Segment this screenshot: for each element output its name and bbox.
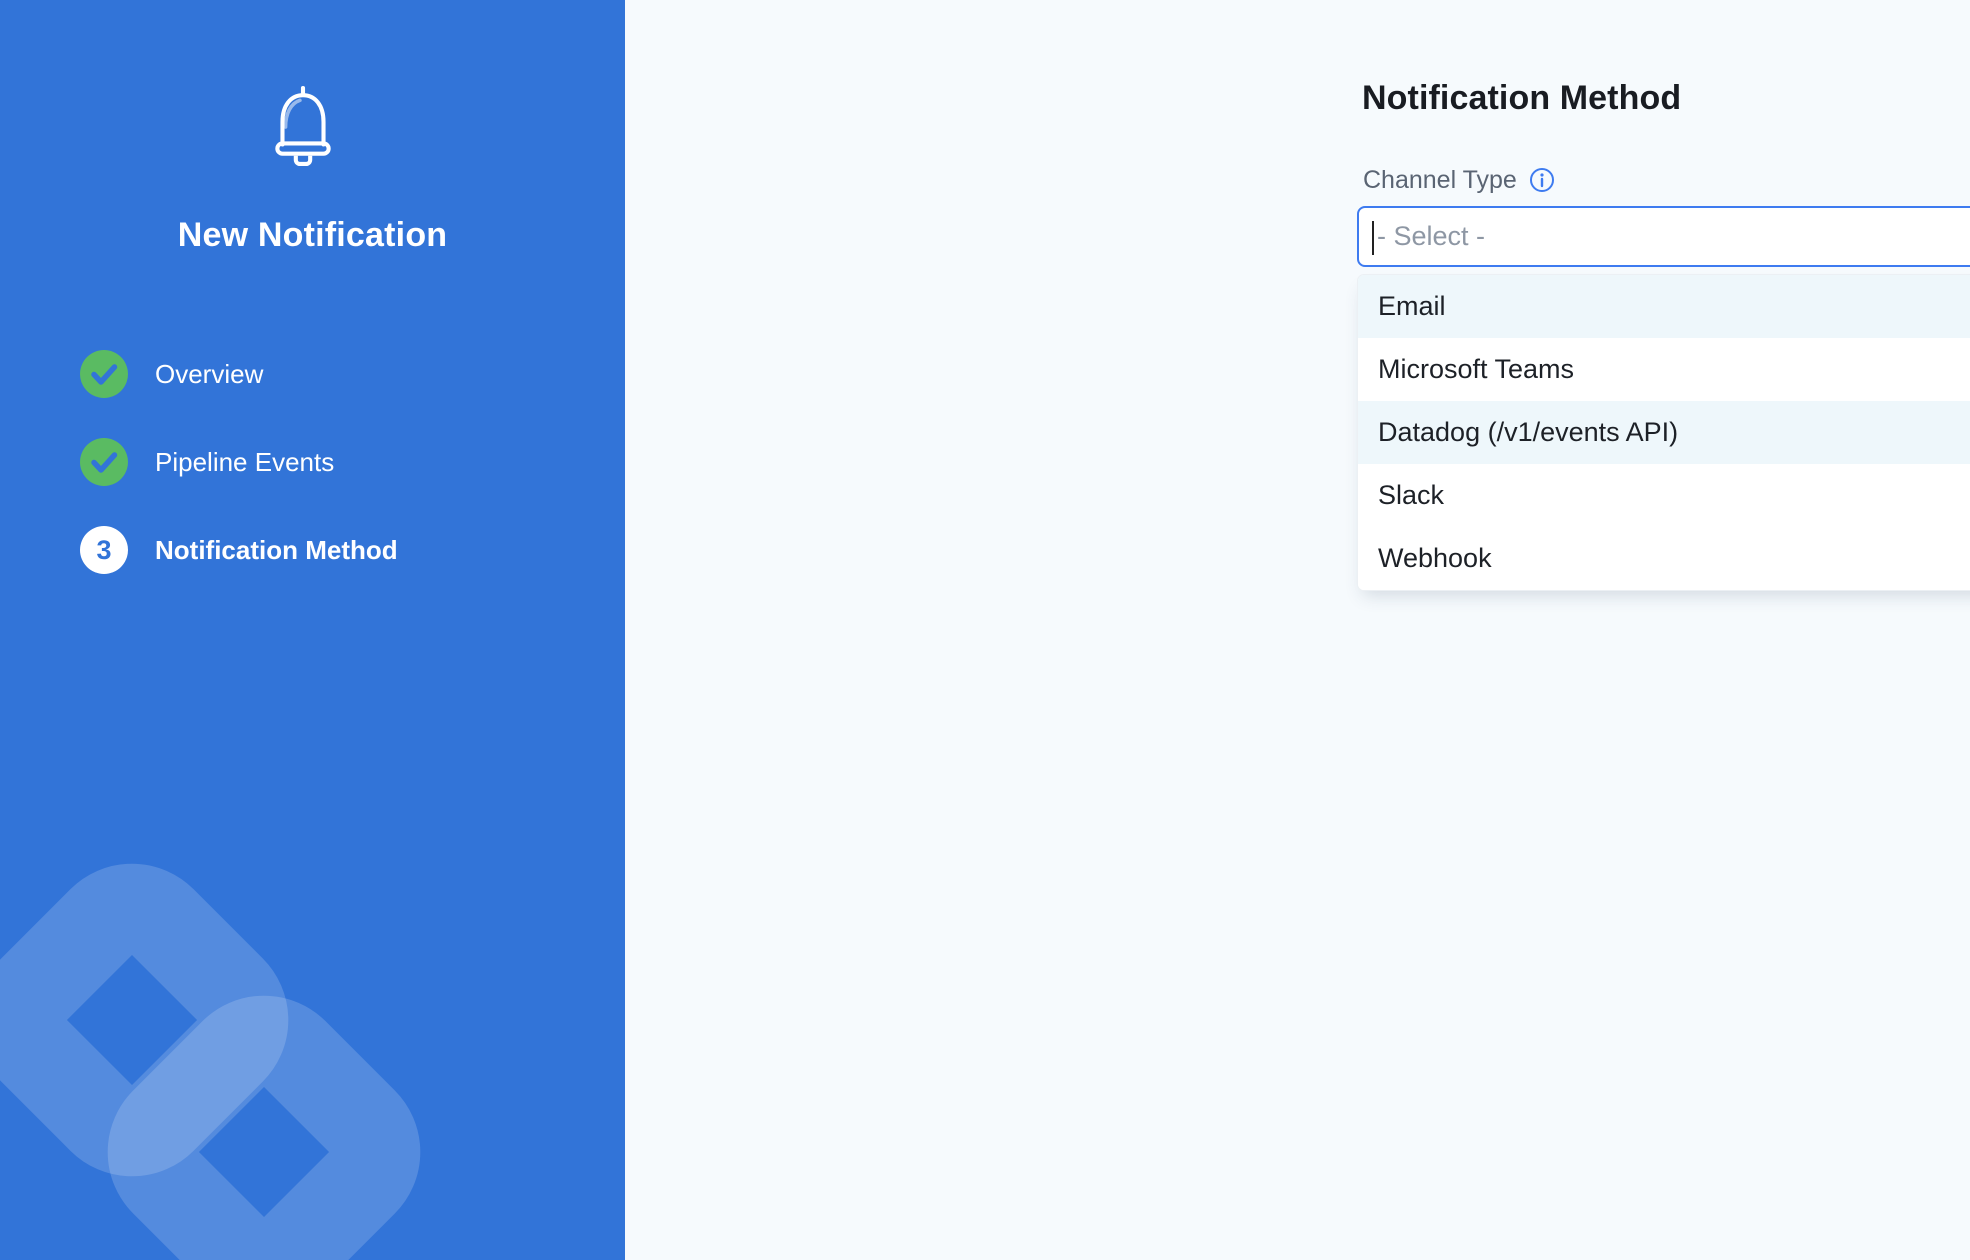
check-circle-icon: [80, 350, 128, 398]
step-number-badge: 3: [80, 526, 128, 574]
option-email[interactable]: Email: [1358, 275, 1970, 338]
step-notification-method[interactable]: 3 Notification Method: [80, 526, 398, 574]
channel-type-dropdown: Email Microsoft Teams Datadog (/v1/event…: [1357, 274, 1970, 591]
wizard-sidebar: New Notification Overview Pipeline Event…: [0, 0, 625, 1260]
channel-type-label: Channel Type: [1363, 166, 1517, 195]
option-slack[interactable]: Slack: [1358, 464, 1970, 527]
notification-method-panel: Notification Method Channel Type - Selec…: [625, 0, 1970, 1260]
info-icon[interactable]: [1529, 167, 1555, 193]
bell-icon: [270, 86, 336, 166]
page-title: Notification Method: [1362, 79, 1681, 118]
check-circle-icon: [80, 438, 128, 486]
text-cursor: [1372, 221, 1374, 255]
channel-type-field-label-row: Channel Type: [1363, 164, 1555, 196]
wizard-steps: Overview Pipeline Events 3 Notification …: [80, 350, 398, 614]
option-datadog[interactable]: Datadog (/v1/events API): [1358, 401, 1970, 464]
step-pipeline-events[interactable]: Pipeline Events: [80, 438, 398, 486]
wizard-title: New Notification: [0, 216, 625, 255]
select-placeholder: - Select -: [1377, 221, 1485, 252]
brand-watermark-logo: [0, 0, 625, 1260]
step-overview[interactable]: Overview: [80, 350, 398, 398]
step-label: Overview: [155, 359, 263, 390]
option-microsoft-teams[interactable]: Microsoft Teams: [1358, 338, 1970, 401]
step-label: Notification Method: [155, 535, 398, 566]
option-webhook[interactable]: Webhook: [1358, 527, 1970, 590]
step-label: Pipeline Events: [155, 447, 334, 478]
channel-type-select[interactable]: - Select -: [1357, 206, 1970, 267]
